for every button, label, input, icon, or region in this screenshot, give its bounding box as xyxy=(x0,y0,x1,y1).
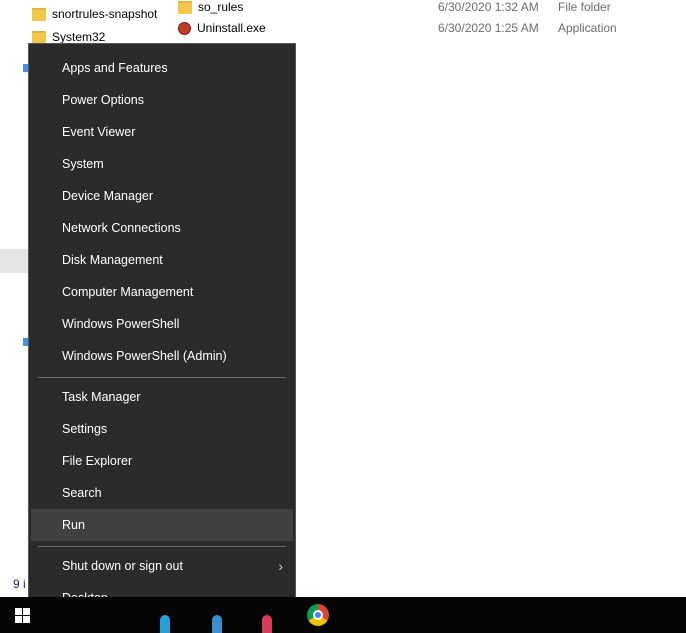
file-date: 6/30/2020 1:25 AM xyxy=(438,21,539,35)
menu-separator xyxy=(38,546,286,547)
file-type: File folder xyxy=(558,0,611,14)
folder-icon xyxy=(178,1,192,15)
nav-selected-item[interactable] xyxy=(0,249,28,273)
file-type: Application xyxy=(558,21,617,35)
file-row-uninstall[interactable]: Uninstall.exe 6/30/2020 1:25 AM Applicat… xyxy=(178,18,686,38)
chrome-icon[interactable] xyxy=(307,604,329,626)
application-icon xyxy=(178,22,191,36)
taskbar-app-icon[interactable] xyxy=(262,615,272,633)
menu-item-network-connections[interactable]: Network Connections xyxy=(31,212,293,244)
menu-item-disk-management[interactable]: Disk Management xyxy=(31,244,293,276)
power-user-menu: Apps and Features Power Options Event Vi… xyxy=(28,43,296,622)
start-button[interactable] xyxy=(0,597,44,633)
menu-item-windows-powershell[interactable]: Windows PowerShell xyxy=(31,308,293,340)
menu-item-windows-powershell-admin[interactable]: Windows PowerShell (Admin) xyxy=(31,340,293,372)
menu-item-apps-and-features[interactable]: Apps and Features xyxy=(31,52,293,84)
menu-item-label: Shut down or sign out xyxy=(62,559,183,573)
taskbar-app-icon[interactable] xyxy=(160,615,170,633)
menu-item-search[interactable]: Search xyxy=(31,477,293,509)
file-date: 6/30/2020 1:32 AM xyxy=(438,0,539,14)
menu-item-settings[interactable]: Settings xyxy=(31,413,293,445)
menu-item-power-options[interactable]: Power Options xyxy=(31,84,293,116)
folder-icon xyxy=(32,8,46,22)
status-bar-item-count: 9 i xyxy=(13,577,26,591)
chevron-right-icon: › xyxy=(278,558,283,574)
taskbar xyxy=(0,597,686,633)
menu-item-device-manager[interactable]: Device Manager xyxy=(31,180,293,212)
file-row-so-rules[interactable]: so_rules 6/30/2020 1:32 AM File folder xyxy=(178,0,686,17)
menu-item-event-viewer[interactable]: Event Viewer xyxy=(31,116,293,148)
taskbar-app-icon[interactable] xyxy=(212,615,222,633)
file-name: so_rules xyxy=(198,0,244,14)
menu-separator xyxy=(38,377,286,378)
windows-logo-icon xyxy=(15,608,30,623)
menu-item-task-manager[interactable]: Task Manager xyxy=(31,381,293,413)
menu-item-system[interactable]: System xyxy=(31,148,293,180)
menu-item-computer-management[interactable]: Computer Management xyxy=(31,276,293,308)
menu-item-run[interactable]: Run xyxy=(31,509,293,541)
menu-item-file-explorer[interactable]: File Explorer xyxy=(31,445,293,477)
menu-item-shut-down-or-sign-out[interactable]: Shut down or sign out › xyxy=(31,550,293,582)
file-name: Uninstall.exe xyxy=(197,21,266,35)
nav-item-snortrules[interactable]: snortrules-snapshot xyxy=(32,4,158,24)
